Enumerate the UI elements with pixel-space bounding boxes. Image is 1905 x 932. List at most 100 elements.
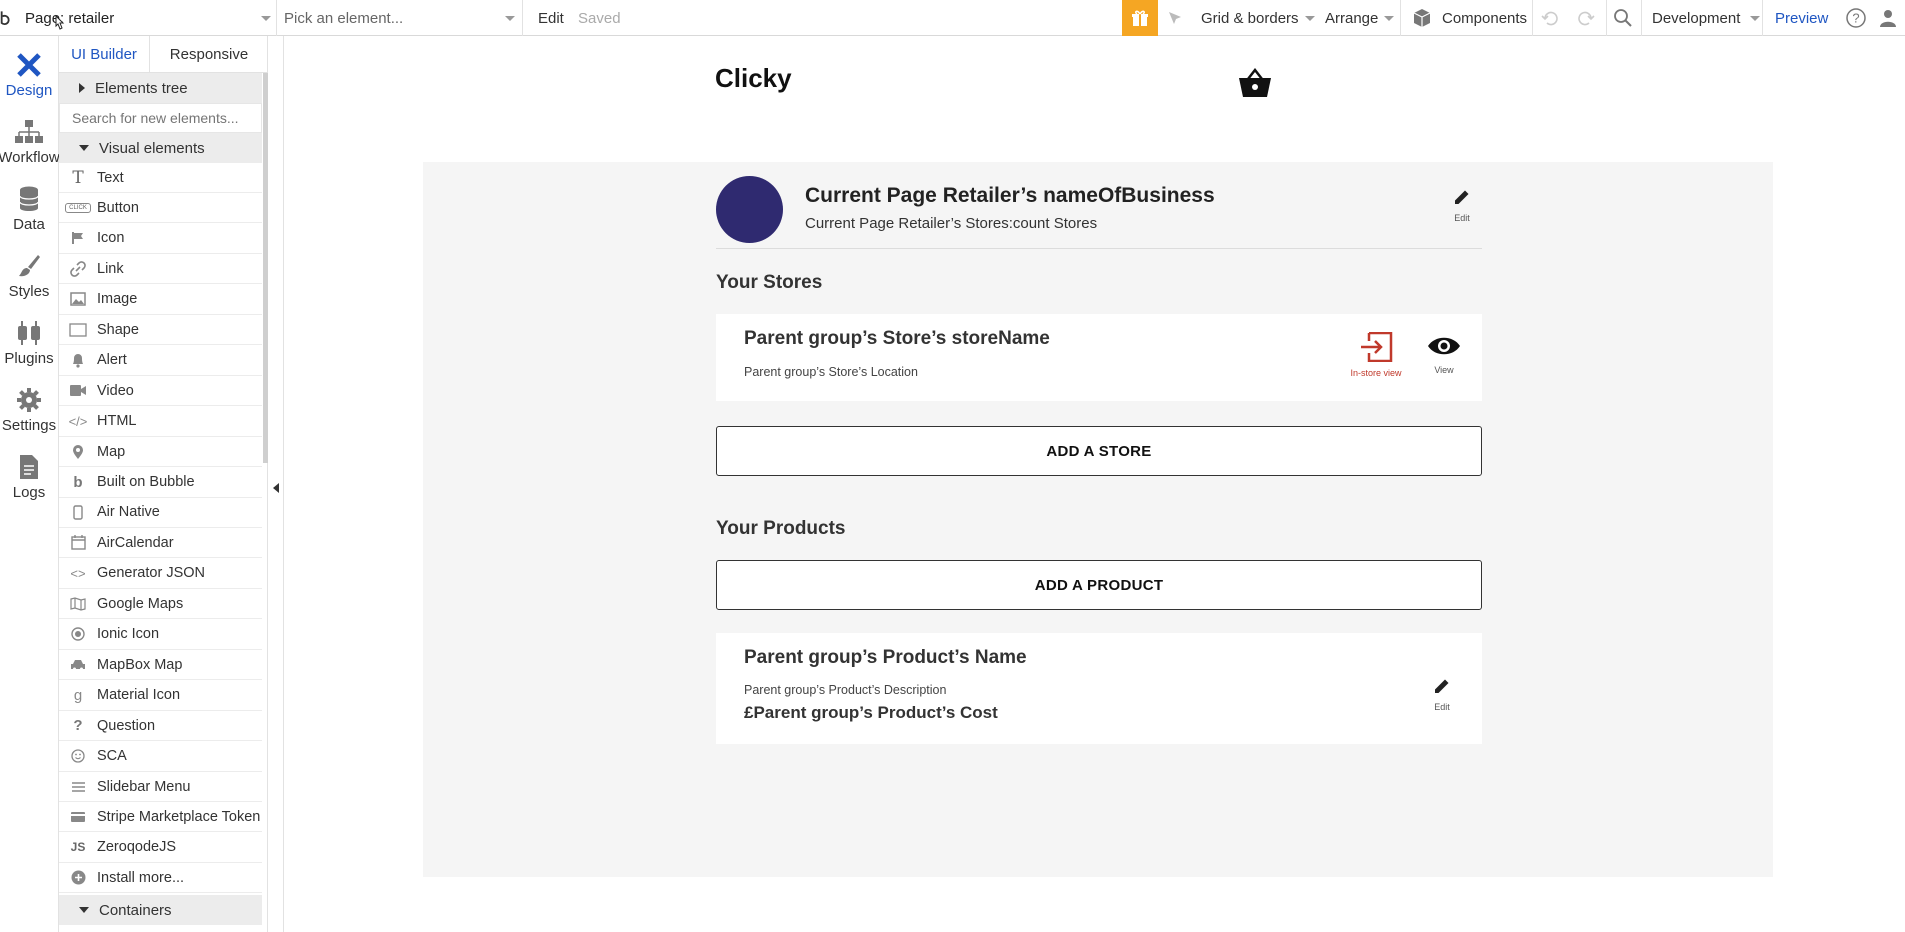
element-item-html[interactable]: </> HTML bbox=[59, 407, 262, 437]
components-button[interactable]: Components bbox=[1412, 0, 1527, 36]
rail-item-design[interactable]: Design bbox=[0, 42, 58, 109]
element-item-button[interactable]: CLICK Button bbox=[59, 193, 262, 224]
store-name: Parent group’s Store’s storeName bbox=[744, 328, 1050, 349]
arrange-menu[interactable]: Arrange bbox=[1325, 0, 1395, 36]
instore-view-button[interactable]: In-store view bbox=[1346, 331, 1406, 378]
element-picker-placeholder: Pick an element... bbox=[284, 9, 404, 27]
element-panel: UI Builder Responsive Elements tree Visu… bbox=[59, 36, 268, 932]
panel-collapse-strip[interactable] bbox=[268, 36, 284, 932]
view-store-button[interactable]: View bbox=[1424, 334, 1464, 375]
element-item-zeroqodejs[interactable]: JS ZeroqodeJS bbox=[59, 833, 262, 863]
product-edit-button[interactable]: Edit bbox=[1422, 677, 1462, 712]
element-picker[interactable]: Pick an element... bbox=[284, 0, 515, 36]
app-logo-text[interactable]: Clicky bbox=[715, 63, 792, 94]
product-card[interactable]: Parent group’s Product’s Name Parent gro… bbox=[716, 633, 1482, 744]
element-item-label: ZeroqodeJS bbox=[97, 839, 176, 856]
basket-icon[interactable] bbox=[1238, 68, 1272, 98]
element-item-label: Question bbox=[97, 717, 156, 734]
element-item-icon[interactable]: Icon bbox=[59, 224, 262, 254]
rail-label: Styles bbox=[8, 283, 50, 300]
element-item-generator-json[interactable]: <> Generator JSON bbox=[59, 559, 262, 589]
search-icon[interactable] bbox=[1613, 0, 1633, 36]
store-card[interactable]: Parent group’s Store’s storeName Parent … bbox=[716, 314, 1482, 401]
rail-item-workflow[interactable]: Workflow bbox=[0, 109, 60, 176]
preview-label: Preview bbox=[1775, 9, 1829, 27]
g-icon: g bbox=[73, 686, 83, 704]
element-item-video[interactable]: Video bbox=[59, 376, 262, 407]
help-icon[interactable]: ? bbox=[1845, 0, 1867, 36]
your-stores-heading: Your Stores bbox=[716, 272, 823, 293]
element-item-material-icon[interactable]: g Material Icon bbox=[59, 681, 262, 711]
element-item-map[interactable]: Map bbox=[59, 437, 262, 468]
visual-elements-toggle[interactable]: Visual elements bbox=[59, 133, 262, 163]
element-item-shape[interactable]: Shape bbox=[59, 315, 262, 346]
containers-toggle[interactable]: Containers bbox=[59, 895, 262, 925]
triangle-right-icon bbox=[79, 83, 85, 93]
element-item-sca[interactable]: SCA bbox=[59, 742, 262, 772]
element-item-mapbox-map[interactable]: MapBox Map bbox=[59, 650, 262, 681]
plug-icon bbox=[18, 321, 40, 345]
view-label: View bbox=[1434, 365, 1454, 375]
element-item-question[interactable]: ? Question bbox=[59, 711, 262, 742]
bubble-logo-icon[interactable] bbox=[0, 0, 10, 36]
element-item-text[interactable]: T Text bbox=[59, 163, 262, 193]
design-icon bbox=[17, 53, 41, 77]
rail-item-logs[interactable]: Logs bbox=[0, 444, 58, 511]
element-item-label: SCA bbox=[97, 748, 127, 765]
collapse-left-icon bbox=[273, 483, 279, 493]
edit-label: Edit bbox=[1434, 702, 1450, 712]
element-item-label: HTML bbox=[97, 413, 137, 430]
gift-icon bbox=[1132, 10, 1148, 26]
environment-label: Development bbox=[1652, 9, 1741, 27]
grid-borders-menu[interactable]: Grid & borders bbox=[1201, 0, 1315, 36]
element-item-link[interactable]: Link bbox=[59, 254, 262, 285]
gear-icon bbox=[17, 388, 41, 412]
undo-icon[interactable] bbox=[1540, 0, 1560, 36]
add-product-button[interactable]: ADD A PRODUCT bbox=[716, 560, 1482, 610]
element-item-install-more[interactable]: Install more... bbox=[59, 863, 262, 894]
retailer-avatar[interactable] bbox=[716, 176, 783, 243]
smile-icon bbox=[59, 749, 97, 763]
element-item-label: Built on Bubble bbox=[97, 474, 195, 490]
components-label: Components bbox=[1442, 9, 1528, 27]
element-item-label: Install more... bbox=[97, 869, 185, 886]
element-item-label: Text bbox=[97, 169, 124, 186]
add-store-button[interactable]: ADD A STORE bbox=[716, 426, 1482, 476]
element-item-image[interactable]: Image bbox=[59, 285, 262, 315]
header-edit-button[interactable]: Edit bbox=[1442, 188, 1482, 223]
svg-text:?: ? bbox=[1852, 11, 1859, 26]
element-item-slidebar-menu[interactable]: Slidebar Menu bbox=[59, 772, 262, 802]
element-item-air-native[interactable]: Air Native bbox=[59, 498, 262, 528]
gift-button[interactable] bbox=[1122, 0, 1158, 36]
element-item-stripe-marketplace-token[interactable]: Stripe Marketplace Token bbox=[59, 802, 262, 833]
element-search-input[interactable] bbox=[59, 103, 262, 133]
inspect-cursor-icon[interactable] bbox=[1166, 0, 1184, 36]
pencil-icon bbox=[1455, 190, 1469, 204]
element-item-label: Stripe Marketplace Token bbox=[97, 808, 261, 825]
tab-responsive[interactable]: Responsive bbox=[150, 36, 268, 73]
chevron-down-icon bbox=[1304, 15, 1315, 21]
element-item-ionic-icon[interactable]: Ionic Icon bbox=[59, 620, 262, 650]
element-item-label: Icon bbox=[97, 230, 125, 247]
elements-tree-toggle[interactable]: Elements tree bbox=[59, 73, 262, 103]
redo-icon[interactable] bbox=[1576, 0, 1596, 36]
code-icon: <> bbox=[70, 565, 86, 581]
element-item-google-maps[interactable]: Google Maps bbox=[59, 589, 262, 620]
rail-item-plugins[interactable]: Plugins bbox=[0, 310, 58, 377]
rail-label: Plugins bbox=[4, 350, 54, 367]
edit-button[interactable]: Edit bbox=[538, 0, 564, 36]
rail-item-data[interactable]: Data bbox=[0, 176, 58, 243]
rail-item-settings[interactable]: Settings bbox=[0, 377, 58, 444]
preview-button[interactable]: Preview bbox=[1775, 0, 1828, 36]
image-icon bbox=[59, 292, 97, 307]
user-account-icon[interactable] bbox=[1878, 0, 1898, 36]
element-item-aircalendar[interactable]: AirCalendar bbox=[59, 528, 262, 559]
tab-ui-builder[interactable]: UI Builder bbox=[59, 36, 150, 73]
element-item-built-on-bubble[interactable]: b Built on Bubble bbox=[59, 468, 262, 498]
environment-selector[interactable]: Development bbox=[1652, 0, 1761, 36]
header-divider bbox=[716, 248, 1482, 249]
rail-item-styles[interactable]: Styles bbox=[0, 243, 58, 310]
pin-icon bbox=[59, 444, 97, 460]
element-item-alert[interactable]: Alert bbox=[59, 346, 262, 376]
element-item-label: Material Icon bbox=[97, 687, 181, 704]
